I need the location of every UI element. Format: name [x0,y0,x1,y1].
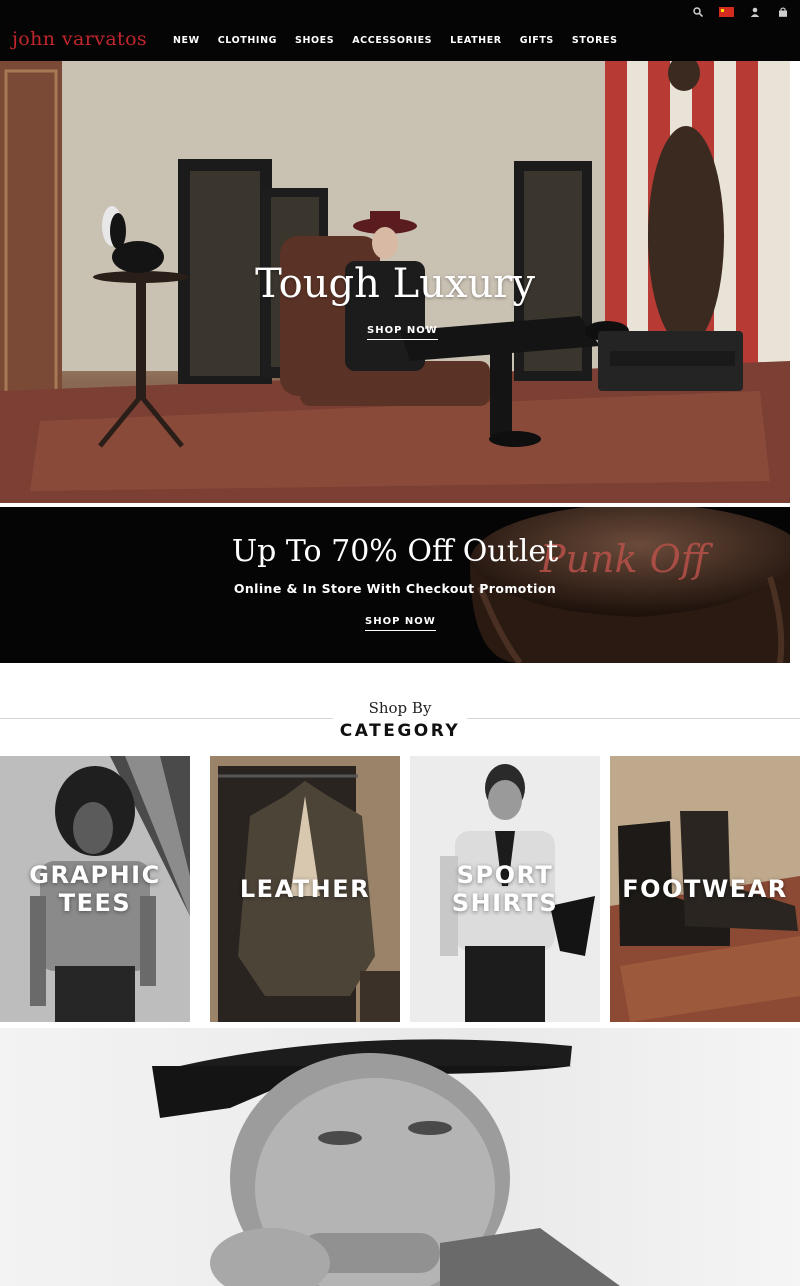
bag-icon[interactable] [776,5,790,19]
hero-banner[interactable]: Tough Luxury SHOP NOW [0,61,790,503]
category-label: FOOTWEAR [622,875,788,903]
utility-bar [691,5,790,19]
category-label: GRAPHIC TEES [29,861,161,917]
nav-item-accessories[interactable]: ACCESSORIES [352,35,432,47]
nav-item-gifts[interactable]: GIFTS [520,35,554,47]
category-tile-graphic-tees[interactable]: GRAPHIC TEES [0,756,190,1022]
outlet-title: Up To 70% Off Outlet [231,534,559,569]
outlet-banner[interactable]: Punk Off Up To 70% Off Outlet Online & I… [0,507,790,663]
search-icon[interactable] [691,5,705,19]
outlet-shop-now-link[interactable]: SHOP NOW [365,616,436,631]
feature-portrait-banner[interactable] [0,1028,800,1286]
nav-item-new[interactable]: NEW [173,35,200,47]
nav-item-shoes[interactable]: SHOES [295,35,334,47]
nav-item-clothing[interactable]: CLOTHING [218,35,277,47]
category-tile-footwear[interactable]: FOOTWEAR [610,756,800,1022]
nav-item-stores[interactable]: STORES [572,35,618,47]
brand-logo[interactable]: john varvatos [12,28,147,50]
section-heading-category: CATEGORY [339,721,461,741]
category-tile-sport-shirts[interactable]: SPORT SHIRTS [410,756,600,1022]
category-label: SPORT SHIRTS [451,861,559,917]
section-divider-right [467,718,800,719]
account-icon[interactable] [748,5,762,19]
nav-item-leather[interactable]: LEATHER [450,35,502,47]
section-divider-left [0,718,333,719]
hero-title: Tough Luxury [255,261,535,307]
portrait-photo [152,1039,620,1286]
section-heading-shop-by: Shop By [368,699,432,717]
category-tile-leather[interactable]: LEATHER [210,756,400,1022]
site-header: john varvatos NEW CLOTHING SHOES ACCESSO… [0,0,800,61]
category-label: LEATHER [239,875,371,903]
flag-icon[interactable] [719,7,734,17]
hero-shop-now-link[interactable]: SHOP NOW [367,325,438,340]
outlet-subtitle: Online & In Store With Checkout Promotio… [233,581,557,596]
main-nav: NEW CLOTHING SHOES ACCESSORIES LEATHER G… [173,35,636,47]
